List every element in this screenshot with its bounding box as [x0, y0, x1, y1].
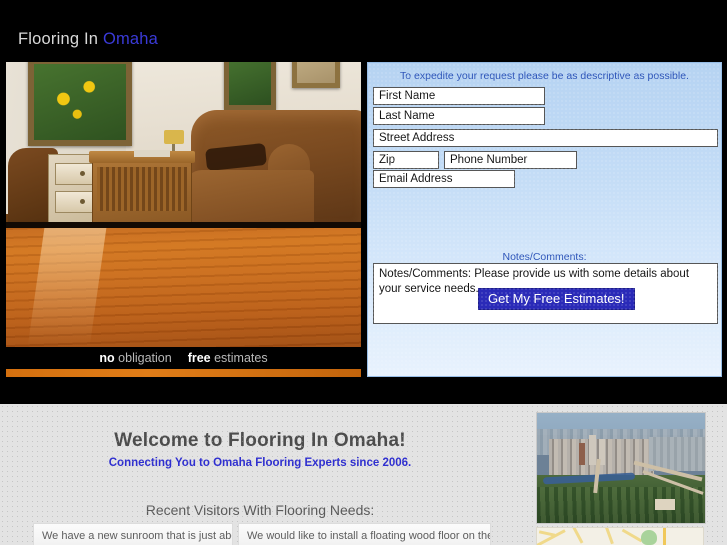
page-root: Flooring In Omaha no obligation free est… — [0, 0, 727, 545]
free-estimates-text: free estimates — [188, 351, 268, 365]
zip-input[interactable] — [373, 151, 439, 169]
site-header: Flooring In Omaha — [0, 0, 727, 60]
obligation-word: obligation — [114, 351, 172, 365]
get-free-estimates-button[interactable]: Get My Free Estimates! — [478, 288, 635, 310]
hero-living-room-photo — [6, 62, 361, 347]
coffee-table — [89, 151, 195, 226]
page-title: Welcome to Flooring In Omaha! — [114, 430, 406, 451]
no-obligation-bold: no — [99, 351, 115, 365]
framed-picture-third — [292, 62, 340, 88]
testimonial-card[interactable]: We would like to install a floating wood… — [238, 523, 491, 545]
notes-comments-label: Notes/Comments: — [502, 251, 587, 263]
sofa-seat — [184, 170, 314, 225]
hero-tagline-bar: no obligation free estimates — [6, 347, 361, 369]
site-tagline: Connecting You to Omaha Flooring Experts… — [108, 457, 412, 469]
site-logo[interactable]: Flooring In Omaha — [18, 30, 158, 49]
free-bold: free — [187, 351, 211, 365]
lamp-shade — [164, 130, 184, 144]
recent-visitors-heading: Recent Visitors With Flooring Needs: — [145, 502, 375, 518]
street-address-input[interactable] — [373, 129, 718, 147]
phone-number-input[interactable] — [444, 151, 577, 169]
hardwood-floor — [6, 228, 361, 347]
framed-sunflower-picture — [28, 62, 132, 146]
testimonial-card[interactable]: We have a new sunroom that is just about — [33, 523, 233, 545]
last-name-input[interactable] — [373, 107, 545, 125]
no-obligation-text: no obligation — [99, 351, 171, 365]
estimates-word: estimates — [210, 351, 268, 365]
orange-accent-strip — [6, 369, 361, 377]
form-heading: To expedite your request please be as de… — [400, 70, 689, 82]
omaha-map-thumbnail[interactable] — [536, 527, 704, 545]
table-paper — [134, 150, 170, 157]
framed-picture-second — [224, 62, 276, 110]
quote-request-form: To expedite your request please be as de… — [367, 62, 722, 377]
omaha-aerial-photo — [536, 412, 706, 524]
email-address-input[interactable] — [373, 170, 515, 188]
brand-city-text: Omaha — [102, 30, 159, 48]
first-name-input[interactable] — [373, 87, 545, 105]
brand-prefix-text: Flooring In — [18, 30, 103, 48]
